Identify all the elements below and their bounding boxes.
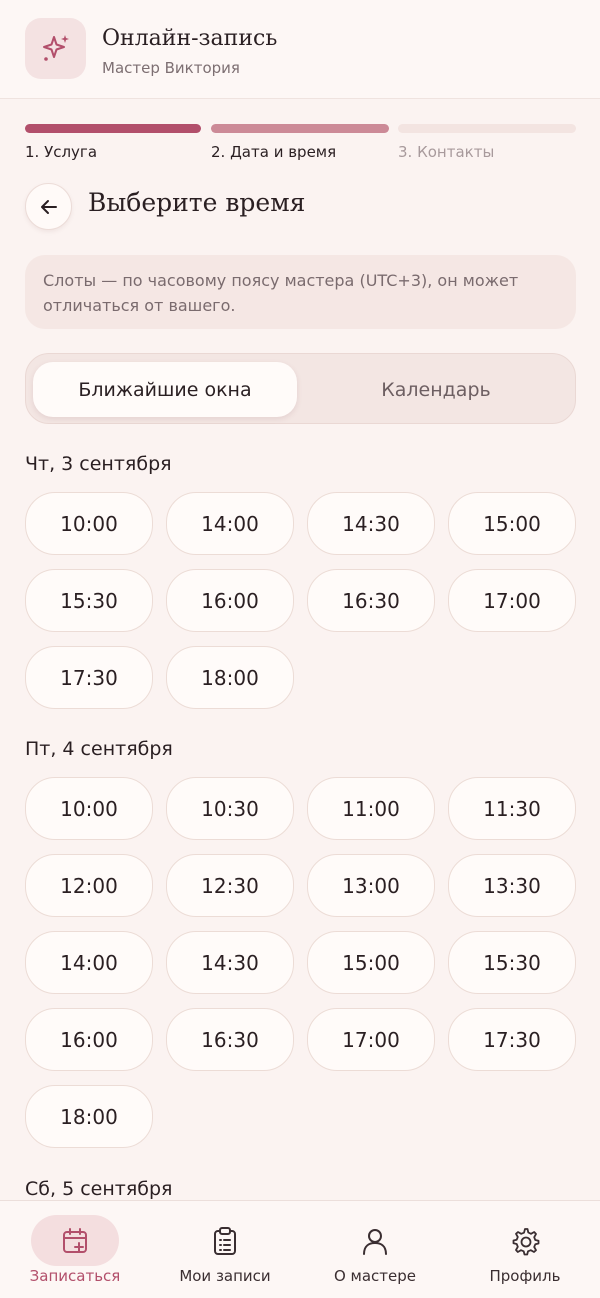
- bottom-nav: Записаться Мои записи О мастере Профиль: [0, 1200, 600, 1298]
- time-slot-button[interactable]: 14:00: [166, 492, 294, 555]
- time-slot-button[interactable]: 15:30: [25, 569, 153, 632]
- step-progress-bar: [211, 124, 389, 133]
- time-slot-button[interactable]: 17:30: [448, 1008, 576, 1071]
- time-slot-button[interactable]: 17:30: [25, 646, 153, 709]
- nav-item-my-bookings[interactable]: Мои записи: [150, 1201, 300, 1298]
- time-slot-button[interactable]: 18:00: [25, 1085, 153, 1148]
- app-header: Онлайн-запись Мастер Виктория: [0, 0, 600, 99]
- time-slot-button[interactable]: 13:30: [448, 854, 576, 917]
- time-slot-button[interactable]: 11:00: [307, 777, 435, 840]
- time-slot-button[interactable]: 18:00: [166, 646, 294, 709]
- step-label: 3. Контакты: [398, 143, 495, 161]
- nav-label: Профиль: [489, 1267, 561, 1285]
- back-button[interactable]: [25, 183, 72, 230]
- view-toggle: Ближайшие окна Календарь: [25, 353, 576, 424]
- app-title: Онлайн-запись: [102, 26, 278, 51]
- day-heading: Пт, 4 сентября: [25, 738, 173, 760]
- step-contacts: 3. Контакты: [398, 124, 576, 161]
- nav-item-book[interactable]: Записаться: [0, 1201, 150, 1298]
- time-slot-button[interactable]: 16:00: [166, 569, 294, 632]
- time-slot-button[interactable]: 12:30: [166, 854, 294, 917]
- step-date-time: 2. Дата и время: [211, 124, 389, 161]
- nav-icon-wrap: [481, 1215, 569, 1266]
- nav-label: Записаться: [29, 1267, 121, 1285]
- time-slot-button[interactable]: 13:00: [307, 854, 435, 917]
- tab-nearest-windows[interactable]: Ближайшие окна: [33, 362, 297, 417]
- booking-stepper: 1. Услуга 2. Дата и время 3. Контакты: [25, 124, 576, 164]
- time-slot-button[interactable]: 10:30: [166, 777, 294, 840]
- time-slot-button[interactable]: 17:00: [448, 569, 576, 632]
- time-slot-button[interactable]: 16:30: [307, 569, 435, 632]
- arrow-left-icon: [40, 199, 57, 214]
- app-logo: [25, 18, 86, 79]
- time-slot-button[interactable]: 12:00: [25, 854, 153, 917]
- time-slot-button[interactable]: 16:30: [166, 1008, 294, 1071]
- step-label: 2. Дата и время: [211, 143, 337, 161]
- step-progress-bar: [25, 124, 201, 133]
- time-slot-button[interactable]: 15:00: [307, 931, 435, 994]
- page-title: Выберите время: [88, 188, 306, 217]
- step-label: 1. Услуга: [25, 143, 98, 161]
- step-progress-bar: [398, 124, 576, 133]
- timezone-note: Слоты — по часовому поясу мастера (UTC+3…: [25, 255, 576, 329]
- nav-item-about-master[interactable]: О мастере: [300, 1201, 450, 1298]
- day-heading: Сб, 5 сентября: [25, 1178, 173, 1200]
- sparkles-icon: [42, 34, 69, 61]
- calendar-plus-icon: [63, 1227, 87, 1253]
- tab-calendar[interactable]: Календарь: [304, 362, 568, 417]
- nav-icon-highlight: [31, 1215, 119, 1266]
- nav-label: Мои записи: [179, 1267, 271, 1285]
- time-slot-button[interactable]: 14:00: [25, 931, 153, 994]
- nav-icon-wrap: [181, 1215, 269, 1266]
- time-slot-button[interactable]: 14:30: [166, 931, 294, 994]
- time-slot-button[interactable]: 10:00: [25, 777, 153, 840]
- time-slot-button[interactable]: 15:30: [448, 931, 576, 994]
- nav-icon-wrap: [331, 1215, 419, 1266]
- time-slot-button[interactable]: 11:30: [448, 777, 576, 840]
- time-slot-button[interactable]: 17:00: [307, 1008, 435, 1071]
- user-icon: [363, 1228, 387, 1255]
- time-slot-button[interactable]: 15:00: [448, 492, 576, 555]
- nav-label: О мастере: [333, 1267, 417, 1285]
- nav-item-profile[interactable]: Профиль: [450, 1201, 600, 1298]
- clipboard-list-icon: [214, 1226, 236, 1255]
- day-heading: Чт, 3 сентября: [25, 453, 172, 475]
- app-subtitle: Мастер Виктория: [102, 59, 240, 77]
- step-service: 1. Услуга: [25, 124, 201, 161]
- time-slot-button[interactable]: 14:30: [307, 492, 435, 555]
- gear-icon: [512, 1227, 540, 1255]
- time-slot-button[interactable]: 10:00: [25, 492, 153, 555]
- time-slot-button[interactable]: 16:00: [25, 1008, 153, 1071]
